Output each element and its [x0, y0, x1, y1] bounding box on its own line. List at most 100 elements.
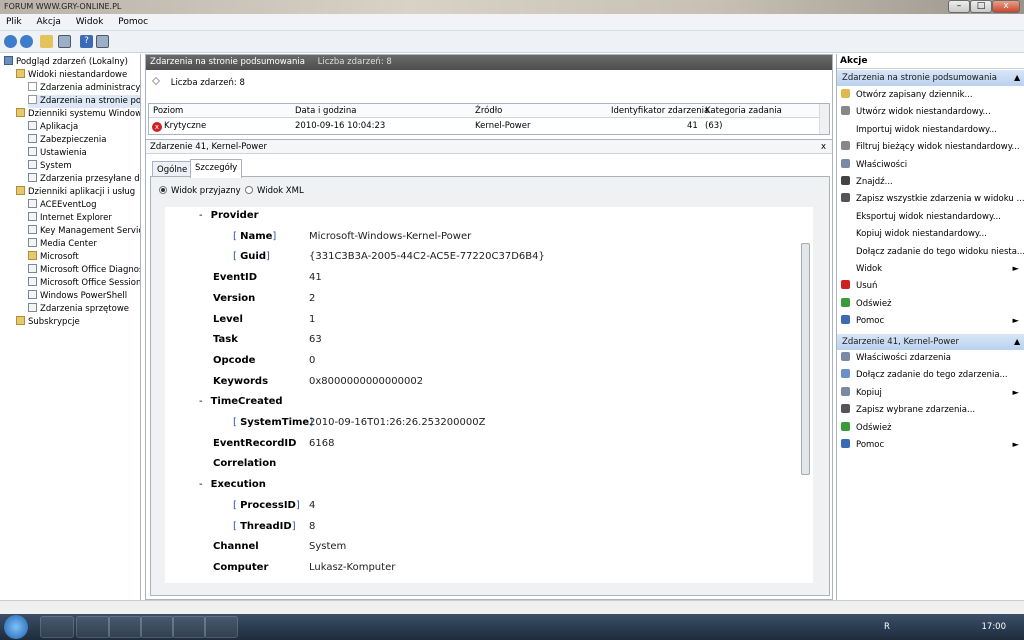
menu-akcja[interactable]: Akcja — [31, 14, 67, 31]
action-item[interactable]: Eksportuj widok niestandardowy... — [837, 209, 1024, 226]
table-row[interactable]: x Krytyczne 2010-09-16 10:04:23 Kernel-P… — [149, 119, 819, 133]
tree-item[interactable]: Key Management Service — [28, 225, 140, 238]
xml-row: - TimeCreated — [199, 395, 283, 409]
tab-details[interactable]: Szczegóły — [190, 159, 243, 178]
action-item[interactable]: Kopiuj ► — [837, 385, 1024, 402]
xml-row: EventID — [213, 271, 257, 285]
action-item[interactable]: Pomoc ► — [837, 437, 1024, 454]
col-date[interactable]: Data i godzina — [295, 104, 356, 118]
menu-plik[interactable]: Plik — [0, 14, 28, 31]
xml-key: ThreadID — [240, 520, 292, 532]
collapse-section-icon[interactable]: ▲ — [1014, 334, 1020, 350]
tree-item[interactable]: Zabezpieczenia — [28, 134, 106, 147]
action-item[interactable]: Importuj widok niestandardowy... — [837, 122, 1024, 139]
tree-item[interactable]: Zdarzenia przesyłane dalej — [28, 173, 140, 186]
tools-icon[interactable] — [172, 616, 206, 638]
maximize-button[interactable]: □ — [970, 0, 992, 13]
clock[interactable]: 17:00 — [982, 614, 1007, 640]
tree-item[interactable]: Media Center — [28, 238, 97, 251]
col-category[interactable]: Kategoria zadania — [705, 104, 782, 118]
detail-tabs: Ogólne Szczegóły — [150, 159, 830, 178]
action-item[interactable]: Odśwież — [837, 296, 1024, 313]
console-tree-icon[interactable] — [58, 35, 71, 48]
tree-item[interactable]: Microsoft — [28, 251, 79, 264]
tree-item-label: ACEEventLog — [40, 200, 97, 210]
tree-item-label: Widoki niestandardowe — [28, 70, 128, 80]
menu-pomoc[interactable]: Pomoc — [112, 14, 154, 31]
actions-pane: Akcje Zdarzenia na stronie podsumowania ▲… — [836, 54, 1024, 600]
language-indicator[interactable]: R — [884, 614, 890, 640]
close-detail-icon[interactable]: x — [821, 140, 826, 154]
action-pane-icon[interactable] — [96, 35, 109, 48]
ie-icon[interactable] — [40, 616, 74, 638]
col-event-id[interactable]: Identyfikator zdarzenia — [611, 104, 709, 118]
grid-scrollbar[interactable] — [819, 104, 829, 134]
close-button[interactable]: x — [992, 0, 1020, 13]
minimize-button[interactable]: – — [948, 0, 970, 13]
tree-item[interactable]: Zdarzenia na stronie podsumowania — [28, 95, 140, 108]
collapse-icon[interactable]: - — [199, 210, 203, 221]
friendly-view-radio[interactable]: Widok przyjazny — [159, 185, 241, 197]
xml-scroll-thumb[interactable] — [801, 243, 810, 475]
action-item[interactable]: Zapisz wszystkie zdarzenia w widoku ... — [837, 191, 1024, 208]
tree-item[interactable]: Dzienniki aplikacji i usług — [16, 186, 135, 199]
tree-item[interactable]: Ustawienia — [28, 147, 87, 160]
refresh-icon — [841, 421, 850, 431]
action-item[interactable]: Właściwości — [837, 157, 1024, 174]
event-viewer-icon[interactable] — [204, 616, 238, 638]
action-item[interactable]: Zapisz wybrane zdarzenia... — [837, 402, 1024, 419]
col-source[interactable]: Źródło — [475, 104, 502, 118]
action-item[interactable]: Odśwież — [837, 420, 1024, 437]
tree-item[interactable]: Widoki niestandardowe — [16, 69, 127, 82]
tree-item[interactable]: Microsoft Office Sessions — [28, 277, 140, 290]
row-category: (63) — [705, 121, 723, 131]
tree-item-label: Ustawienia — [40, 148, 87, 158]
tree-item[interactable]: Windows PowerShell — [28, 290, 127, 303]
events-grid: Poziom Data i godzina Źródło Identyfikat… — [148, 103, 830, 135]
up-folder-icon[interactable] — [40, 35, 53, 48]
xml-row: Level — [213, 313, 243, 327]
tree-item[interactable]: Zdarzenia sprzętowe — [28, 303, 129, 316]
forward-icon[interactable] — [20, 35, 33, 48]
tree-item-label: Dzienniki aplikacji i usług — [28, 187, 136, 197]
actions-section-summary[interactable]: Zdarzenia na stronie podsumowania — [837, 70, 1024, 86]
tree-item[interactable]: Subskrypcje — [16, 316, 80, 329]
collapse-icon[interactable]: - — [199, 479, 203, 490]
action-item[interactable]: Dołącz zadanie do tego widoku niesta... — [837, 244, 1024, 261]
blank-icon — [841, 246, 850, 255]
action-item[interactable]: Widok ► — [837, 261, 1024, 278]
action-item[interactable]: Otwórz zapisany dziennik... — [837, 87, 1024, 104]
col-level[interactable]: Poziom — [153, 104, 183, 118]
action-item[interactable]: Filtruj bieżący widok niestandardowy... — [837, 139, 1024, 156]
log-icon — [28, 160, 37, 169]
tree-item[interactable]: Microsoft Office Diagnostics — [28, 264, 140, 277]
tree-item[interactable]: Dzienniki systemu Windows — [16, 108, 140, 121]
action-label: Pomoc — [856, 316, 885, 327]
collapse-section-icon[interactable]: ▲ — [1014, 70, 1020, 86]
tree-item[interactable]: System — [28, 160, 72, 173]
tree-item[interactable]: ACEEventLog — [28, 199, 97, 212]
tree-item[interactable]: Aplikacja — [28, 121, 78, 134]
opera-icon[interactable] — [140, 616, 174, 638]
tree-item[interactable]: Internet Explorer — [28, 212, 112, 225]
action-item[interactable]: Znajdź... — [837, 174, 1024, 191]
collapse-icon[interactable]: - — [199, 396, 203, 407]
action-item[interactable]: Dołącz zadanie do tego zdarzenia... — [837, 367, 1024, 384]
actions-section-event[interactable]: Zdarzenie 41, Kernel-Power — [837, 334, 1024, 350]
action-item[interactable]: Kopiuj widok niestandardowy... — [837, 226, 1024, 243]
xml-view-radio[interactable]: Widok XML — [245, 185, 304, 197]
action-item[interactable]: Usuń — [837, 278, 1024, 295]
tree-item[interactable]: Podgląd zdarzeń (Lokalny) — [4, 56, 128, 69]
menu-widok[interactable]: Widok — [70, 14, 110, 31]
action-item[interactable]: Utwórz widok niestandardowy... — [837, 104, 1024, 121]
help-icon[interactable]: ? — [80, 35, 93, 48]
start-button[interactable] — [4, 615, 28, 639]
xml-key: Version — [213, 292, 256, 304]
action-item[interactable]: Właściwości zdarzenia — [837, 350, 1024, 367]
tree-item[interactable]: Zdarzenia administracyjne — [28, 82, 140, 95]
xml-value: 8 — [309, 520, 316, 532]
explorer-icon[interactable] — [76, 616, 110, 638]
action-item[interactable]: Pomoc ► — [837, 313, 1024, 330]
back-icon[interactable] — [4, 35, 17, 48]
app-icon[interactable] — [108, 616, 142, 638]
